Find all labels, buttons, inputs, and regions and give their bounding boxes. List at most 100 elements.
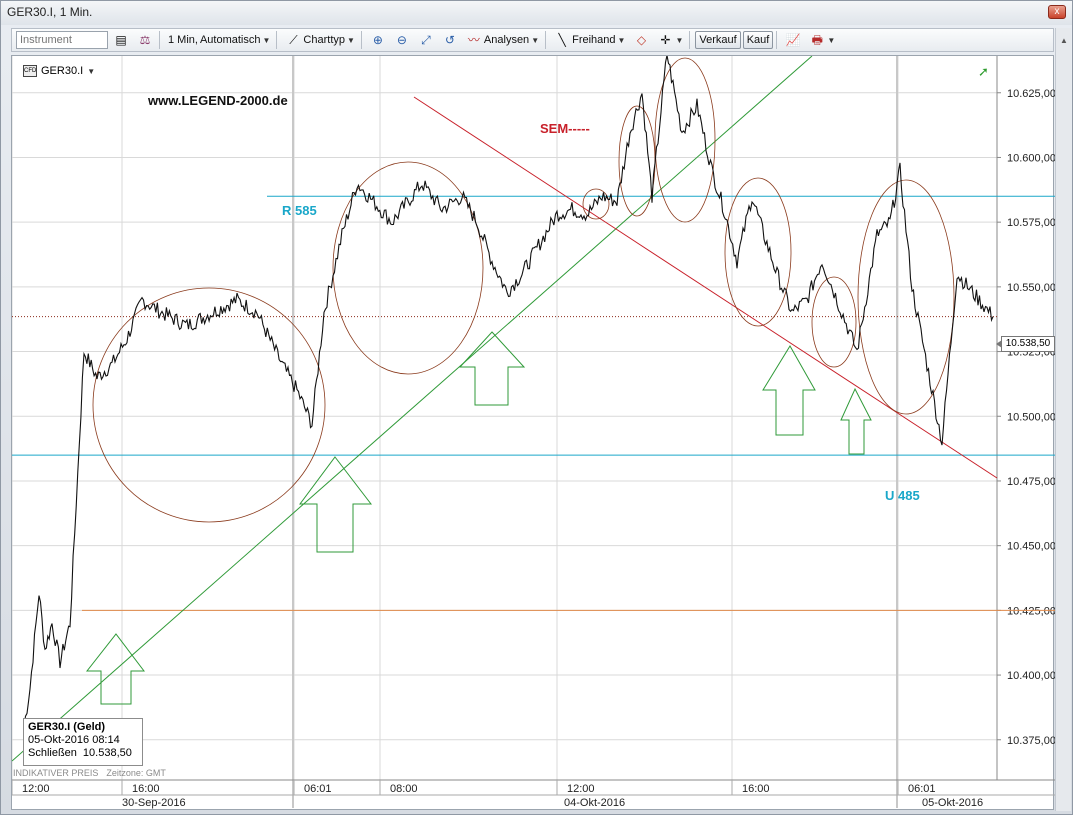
- sem-label: SEM-----: [540, 121, 590, 136]
- close-button[interactable]: x: [1048, 5, 1066, 19]
- range-circle: [724, 177, 792, 327]
- reset-button[interactable]: ↺: [439, 31, 461, 49]
- separator: [360, 31, 362, 49]
- kauf-button[interactable]: Kauf: [742, 31, 774, 49]
- last-price-tag: 10.538,50: [996, 336, 1055, 352]
- instrument-input[interactable]: [16, 31, 108, 49]
- date-label: 05-Okt-2016: [922, 797, 983, 809]
- date-label: 04-Okt-2016: [564, 797, 625, 809]
- y-tick-label: 10.500,00: [1007, 411, 1055, 423]
- chevron-down-icon: ▼: [675, 35, 684, 45]
- chart-toolbar: ▤ ⚖ 1 Min, Automatisch ▼ ⟋ Charttyp ▼ ⊕ …: [11, 28, 1054, 52]
- instrument-name: GER30.I: [41, 65, 84, 77]
- eraser-button[interactable]: ◇: [630, 31, 652, 49]
- zoom-in-button[interactable]: ⊕: [367, 31, 389, 49]
- date-label: 30-Sep-2016: [122, 797, 186, 809]
- chevron-down-icon: ▼: [617, 35, 626, 45]
- interval-dropdown[interactable]: 1 Min, Automatisch ▼: [165, 31, 273, 49]
- crosshair-dropdown[interactable]: ✛ ▼: [654, 31, 686, 49]
- eraser-icon: ◇: [636, 33, 647, 47]
- chevron-down-icon: ▼: [262, 35, 271, 45]
- undo-icon: ↺: [444, 33, 455, 47]
- tooltip-title: GER30.I (Geld): [28, 721, 106, 733]
- interval-mode: Automatisch: [199, 34, 261, 46]
- analysen-dropdown[interactable]: 〰 Analysen ▼: [463, 31, 542, 49]
- x-tick-label: 16:00: [742, 783, 770, 795]
- close-icon: x: [1054, 6, 1060, 17]
- x-tick-label: 12:00: [22, 783, 50, 795]
- freihand-label: Freihand: [572, 34, 616, 46]
- up-arrow: [762, 345, 816, 436]
- instrument-selector[interactable]: CFD GER30.I ▼: [23, 65, 95, 77]
- y-tick-label: 10.475,00: [1007, 476, 1055, 488]
- crosshair-icon: ✛: [660, 33, 671, 47]
- verkauf-button[interactable]: Verkauf: [695, 31, 741, 49]
- chevron-down-icon: ▼: [827, 35, 836, 45]
- chart-area[interactable]: 10.375,00 10.400,00 10.425,00 10.450,00 10.4…: [11, 55, 1055, 811]
- y-tick-label: 10.625,00: [1007, 88, 1055, 100]
- separator: [776, 31, 778, 49]
- chart-window: GER30.I, 1 Min. x ▤ ⚖ 1 Min, Automatisch…: [0, 0, 1073, 815]
- freihand-dropdown[interactable]: ╲ Freihand ▼: [551, 31, 628, 49]
- chart-footer: INDIKATIVER PREIS Zeitzone: GMT: [13, 768, 166, 778]
- y-tick-label: 10.450,00: [1007, 541, 1055, 553]
- timezone-label: Zeitzone: GMT: [106, 768, 166, 778]
- x-tick-label: 12:00: [567, 783, 595, 795]
- horizontal-levels: [12, 195, 1055, 611]
- up-arrow: [458, 331, 526, 406]
- zoom-out-button[interactable]: ⊖: [391, 31, 413, 49]
- chevron-down-icon: ▼: [87, 66, 96, 76]
- print-icon: 🖶: [811, 33, 823, 47]
- separator: [276, 31, 278, 49]
- line-chart-icon: ⟋: [289, 33, 298, 47]
- cfd-icon: CFD: [23, 65, 37, 77]
- x-tick-label: 06:01: [908, 783, 936, 795]
- separator: [689, 31, 691, 49]
- fit-icon: ⤢: [421, 33, 431, 47]
- up-arrow: [840, 387, 872, 455]
- y-tick-label: 10.550,00: [1007, 282, 1055, 294]
- title-bar: GER30.I, 1 Min. x: [1, 1, 1072, 25]
- support-label: U 485: [885, 488, 920, 503]
- range-circle: [618, 105, 656, 217]
- separator: [545, 31, 547, 49]
- vertical-scrollbar[interactable]: ▲: [1055, 28, 1071, 811]
- price-tooltip: GER30.I (Geld) 05-Okt-2016 08:14 Schließ…: [23, 718, 143, 766]
- analysen-label: Analysen: [483, 34, 530, 46]
- charttype-dropdown[interactable]: ⟋ Charttyp ▼: [282, 31, 358, 49]
- y-tick-label: 10.425,00: [1007, 605, 1055, 617]
- downtrend-line: [413, 96, 998, 479]
- candlestick-button[interactable]: ⚖: [134, 31, 156, 49]
- interval-label: 1 Min,: [168, 34, 198, 46]
- instrument-list-button[interactable]: ▤: [110, 31, 132, 49]
- tooltip-close-value: 10.538,50: [82, 747, 132, 759]
- price-chart[interactable]: 10.375,00 10.400,00 10.425,00 10.450,00 10.4…: [12, 56, 1055, 811]
- y-tick-label: 10.400,00: [1007, 670, 1055, 682]
- print-dropdown[interactable]: 🖶 ▼: [806, 31, 838, 49]
- chart-icon: 📈: [785, 33, 801, 47]
- x-tick-label: 08:00: [390, 783, 418, 795]
- range-circle: [857, 179, 955, 415]
- y-tick-label: 10.575,00: [1007, 217, 1055, 229]
- tooltip-datetime: 05-Okt-2016 08:14: [28, 734, 120, 746]
- chart-settings-button[interactable]: 📈: [782, 31, 804, 49]
- separator: [159, 31, 160, 49]
- resistance-label: R 585: [282, 203, 317, 218]
- fit-button[interactable]: ⤢: [415, 31, 437, 49]
- charttype-label: Charttyp: [303, 34, 345, 46]
- chevron-down-icon: ▼: [347, 35, 355, 45]
- range-circle: [92, 287, 326, 523]
- drawn-annotations: [12, 56, 998, 762]
- chevron-down-icon: ▼: [531, 35, 540, 45]
- x-axis: 12:00 16:00 06:01 08:00 12:00 16:00 06:01 30-Se…: [12, 779, 1055, 809]
- y-tick-label: 10.600,00: [1007, 152, 1055, 164]
- window-title: GER30.I, 1 Min.: [7, 5, 93, 19]
- range-circle: [811, 276, 857, 368]
- analysis-icon: 〰: [467, 33, 480, 47]
- draw-line-icon: ╲: [558, 33, 566, 47]
- scroll-up-icon[interactable]: ▲: [1058, 36, 1070, 48]
- range-circle: [582, 188, 610, 220]
- zoom-in-icon: ⊕: [372, 33, 383, 47]
- tooltip-close-label: Schließen: [28, 747, 77, 759]
- indicative-label: INDIKATIVER PREIS: [13, 768, 99, 778]
